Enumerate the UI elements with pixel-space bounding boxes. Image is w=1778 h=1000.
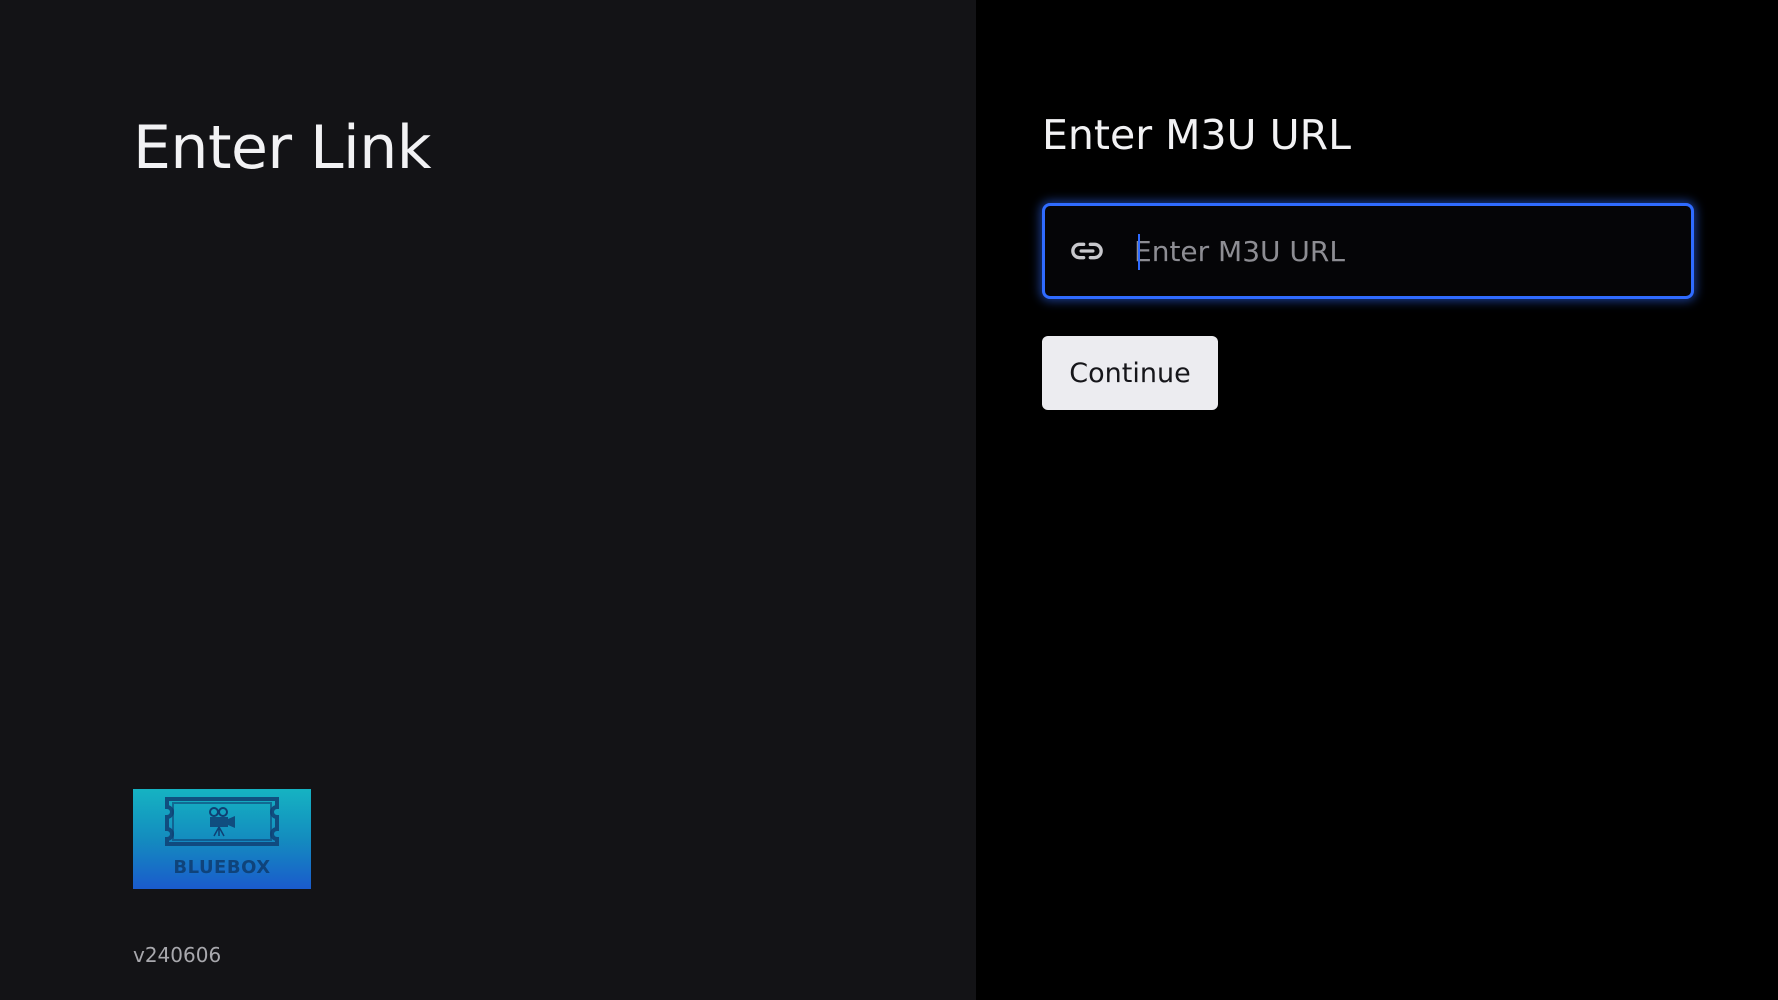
link-icon — [1067, 231, 1107, 271]
logo-text: BLUEBOX — [173, 857, 271, 878]
m3u-url-field[interactable] — [1042, 203, 1694, 299]
text-caret — [1138, 234, 1140, 270]
right-panel: Enter M3U URL Continue — [976, 0, 1778, 1000]
version-label: v240606 — [133, 943, 222, 967]
continue-button[interactable]: Continue — [1042, 336, 1218, 410]
left-panel: Enter Link BLUEBOX v240606 — [0, 0, 976, 1000]
page-title: Enter Link — [133, 113, 432, 183]
bluebox-logo: BLUEBOX — [133, 789, 311, 889]
section-title: Enter M3U URL — [1042, 111, 1351, 159]
screen: Enter Link BLUEBOX v240606 Enter M3U URL — [0, 0, 1778, 1000]
m3u-url-input[interactable] — [1134, 221, 1691, 281]
